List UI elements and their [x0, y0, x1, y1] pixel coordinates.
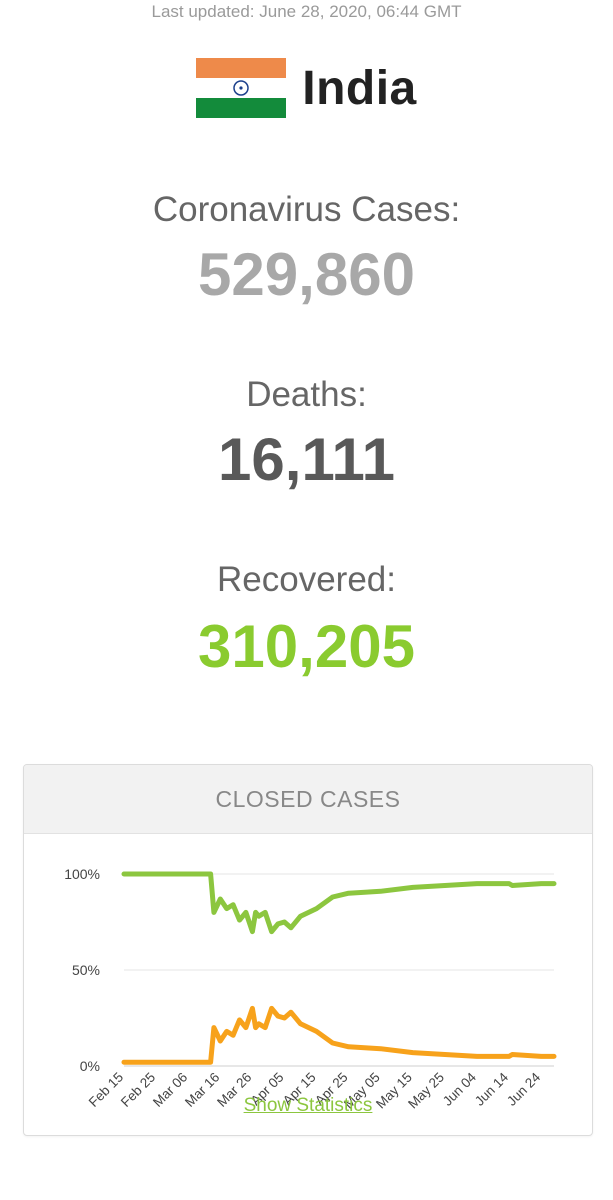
- india-flag-icon: [196, 58, 287, 118]
- cases-count: 529,860: [198, 241, 415, 308]
- recovery-rate-line: [121, 871, 557, 935]
- country-name: India: [302, 61, 417, 115]
- y-tick-label: 50%: [72, 962, 100, 978]
- deaths-label: Deaths:: [246, 375, 367, 414]
- y-tick-label: 100%: [64, 866, 100, 882]
- closed-cases-chart: 0%50%100%Feb 15Feb 25Mar 06Mar 16Mar 26A…: [64, 866, 557, 1111]
- y-tick-label: 0%: [80, 1058, 100, 1074]
- death-rate-line: [121, 1005, 557, 1065]
- show-statistics-link[interactable]: Show Statistics: [24, 1095, 592, 1117]
- cases-label: Coronavirus Cases:: [152, 190, 461, 229]
- deaths-count: 16,111: [218, 426, 395, 493]
- last-updated-text: Last updated: June 28, 2020, 06:44 GMT: [151, 2, 462, 21]
- closed-cases-card: CLOSED CASES 0% 50% 100% Feb 15 Feb 25 Mar 06…: [23, 764, 593, 1136]
- recovered-count: 310,205: [198, 613, 415, 680]
- country-header: India: [0, 58, 613, 118]
- recovered-label: Recovered:: [217, 560, 396, 599]
